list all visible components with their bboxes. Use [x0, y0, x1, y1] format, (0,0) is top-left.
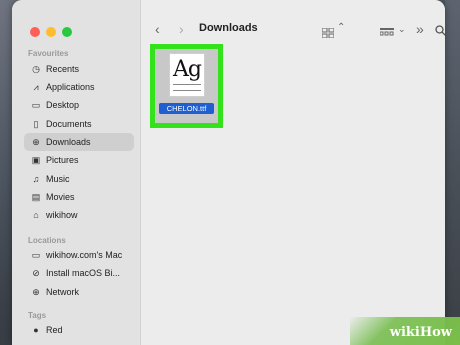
movies-icon: ▤	[31, 191, 41, 202]
favourites-heading: Favourites	[28, 49, 69, 58]
sidebar-item-label: wikihow.com's Mac	[46, 250, 123, 260]
desktop-icon: ▭	[31, 99, 41, 110]
desktop-background	[445, 0, 460, 345]
applications-icon: ⩘	[33, 81, 39, 92]
watermark-text: wikiHow	[389, 325, 452, 340]
sidebar-item-mac[interactable]: ▭ wikihow.com's Mac	[24, 246, 134, 264]
file-name-label[interactable]: CHELON.ttf	[159, 103, 214, 114]
sidebar-item-label: wikihow	[46, 210, 78, 220]
baseline-divider	[173, 90, 201, 91]
wikihow-watermark: wikiHow	[350, 317, 460, 345]
sidebar: Favourites ◷ Recents ⩘ Applications ▭ De…	[12, 0, 141, 345]
font-file-icon: Ag	[169, 53, 205, 97]
chevron-down-icon[interactable]: ⌄	[398, 24, 406, 35]
sidebar-item-label: Movies	[46, 192, 75, 202]
sidebar-item-tag-red[interactable]: ● Red	[24, 321, 134, 339]
sidebar-item-network[interactable]: ⊕ Network	[24, 283, 134, 301]
tags-heading: Tags	[28, 311, 47, 320]
sidebar-item-label: Applications	[46, 82, 95, 92]
document-icon: ▯	[33, 118, 39, 129]
tag-dot-icon: ●	[33, 325, 39, 335]
minimize-button[interactable]	[46, 27, 56, 37]
sidebar-item-label: Recents	[46, 64, 80, 74]
search-icon[interactable]	[435, 23, 445, 41]
computer-icon: ▭	[31, 249, 41, 260]
disk-icon: ⊘	[32, 267, 40, 278]
baseline-divider	[173, 84, 201, 85]
sidebar-item-music[interactable]: ♫ Music	[24, 170, 134, 188]
file-item[interactable]: Ag CHELON.ttf	[150, 44, 223, 128]
sidebar-item-movies[interactable]: ▤ Movies	[24, 188, 134, 206]
finder-window: Favourites ◷ Recents ⩘ Applications ▭ De…	[12, 0, 445, 345]
sidebar-item-label: Desktop	[46, 100, 80, 110]
group-icon[interactable]	[379, 25, 394, 43]
view-icon-grid-icon[interactable]	[321, 25, 335, 43]
view-chevron-icon[interactable]: ⌃	[337, 22, 345, 33]
close-button[interactable]	[30, 27, 40, 37]
music-icon: ♫	[32, 174, 40, 184]
sidebar-item-downloads[interactable]: ⊕ Downloads	[24, 133, 134, 151]
more-icon[interactable]: »	[416, 21, 424, 37]
window-title: Downloads	[199, 22, 258, 34]
sidebar-item-label: Install macOS Bi...	[46, 268, 121, 278]
window-controls	[30, 27, 72, 37]
sidebar-item-label: Pictures	[46, 155, 79, 165]
sidebar-item-label: Red	[46, 325, 63, 335]
sidebar-item-label: Music	[46, 174, 70, 184]
chevron-right-icon[interactable]: ›	[179, 21, 184, 37]
globe-icon: ⊕	[32, 286, 40, 297]
sidebar-item-desktop[interactable]: ▭ Desktop	[24, 96, 134, 114]
house-icon: ⌂	[33, 210, 39, 220]
locations-heading: Locations	[28, 236, 66, 245]
sidebar-item-documents[interactable]: ▯ Documents	[24, 115, 134, 133]
chevron-left-icon[interactable]: ‹	[155, 21, 160, 37]
clock-icon: ◷	[32, 63, 40, 74]
font-preview: Ag	[173, 57, 202, 82]
sidebar-item-applications[interactable]: ⩘ Applications	[24, 78, 134, 96]
sidebar-item-pictures[interactable]: ▣ Pictures	[24, 151, 134, 169]
download-icon: ⊕	[32, 136, 40, 147]
sidebar-item-label: Network	[46, 287, 80, 297]
sidebar-item-label: Documents	[46, 119, 92, 129]
sidebar-item-label: Downloads	[46, 137, 91, 147]
sidebar-item-install-macos[interactable]: ⊘ Install macOS Bi...	[24, 264, 134, 282]
sidebar-item-recents[interactable]: ◷ Recents	[24, 60, 134, 78]
pictures-icon: ▣	[31, 154, 41, 165]
zoom-button[interactable]	[62, 27, 72, 37]
sidebar-item-wikihow[interactable]: ⌂ wikihow	[24, 206, 134, 224]
